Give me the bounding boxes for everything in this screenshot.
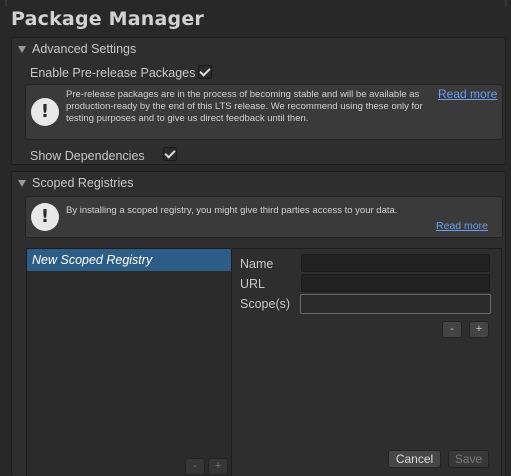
name-label: Name [240,257,274,271]
scoped-help-text: By installing a scoped registry, you mig… [66,205,398,216]
scope-add-button[interactable]: + [469,321,489,338]
prerelease-label: Enable Pre-release Packages [30,66,196,80]
cancel-button[interactable]: Cancel [388,450,441,468]
registry-add-button[interactable]: + [208,458,228,475]
save-button[interactable]: Save [448,450,489,468]
dependencies-label: Show Dependencies [30,149,145,163]
triangle-down-icon[interactable] [18,179,26,187]
scopes-label: Scope(s) [240,297,291,311]
prerelease-help-text: Pre-release packages are in the process … [66,89,423,125]
page-title: Package Manager [11,8,204,30]
scoped-registries-header: Scoped Registries [32,176,134,190]
prerelease-helpbox: ! Pre-release packages are in the proces… [25,84,503,140]
exclamation-circle-icon: ! [31,203,59,231]
registry-list: New Scoped Registry - + [26,248,232,476]
dependencies-checkbox[interactable] [163,147,177,161]
prerelease-checkbox[interactable] [198,65,212,79]
registry-detail-pane: Name URL Scope(s) - + Cancel Save [232,248,502,476]
registry-list-item[interactable]: New Scoped Registry [27,249,231,271]
scope-remove-button[interactable]: - [442,321,462,338]
advanced-settings-section: Advanced Settings Enable Pre-release Pac… [11,37,506,165]
scopes-field[interactable] [300,294,491,314]
url-field[interactable] [301,274,490,292]
prerelease-read-more-link[interactable]: Read more [438,87,497,101]
exclamation-circle-icon: ! [31,98,59,126]
advanced-settings-header: Advanced Settings [32,42,137,56]
registry-remove-button[interactable]: - [185,458,205,475]
scoped-read-more-link[interactable]: Read more [436,220,488,232]
window-edge-left [5,0,7,6]
scoped-registries-section: Scoped Registries ! By installing a scop… [11,171,506,476]
scoped-helpbox: ! By installing a scoped registry, you m… [25,196,503,238]
scoped-registries-foldout[interactable]: Scoped Registries [18,176,133,190]
triangle-down-icon[interactable] [18,45,26,53]
advanced-settings-foldout[interactable]: Advanced Settings [18,42,136,56]
url-label: URL [240,277,266,291]
window-edge-right [505,0,507,6]
name-field[interactable] [301,254,490,272]
